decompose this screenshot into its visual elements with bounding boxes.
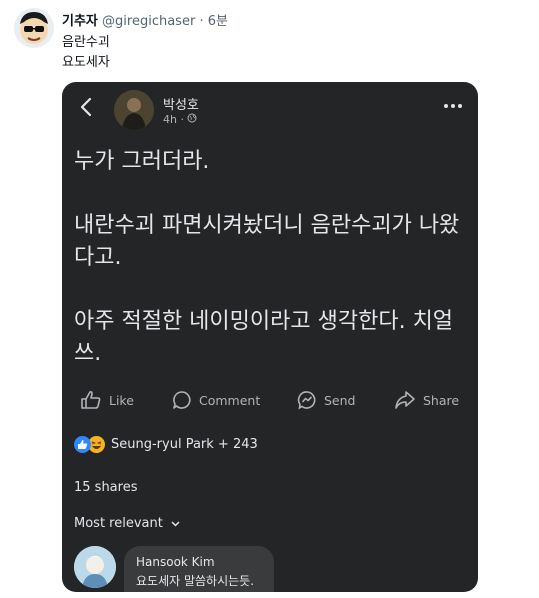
- tweet-time[interactable]: 6분: [208, 14, 228, 29]
- thumbs-up-icon: [80, 390, 102, 410]
- post-body-text: 누가 그러더라. 내란수괴 파면시켜놨더니 음란수괴가 나왔다고. 아주 적절한…: [74, 149, 460, 366]
- globe-icon: [187, 113, 197, 126]
- send-label: Send: [324, 392, 356, 408]
- tweet-handle[interactable]: @giregichaser: [102, 14, 195, 29]
- commenter-name[interactable]: Hansook Kim: [136, 555, 215, 569]
- back-arrow-icon[interactable]: [76, 96, 98, 118]
- like-reaction-icon: [74, 436, 91, 453]
- comment-sort-dropdown[interactable]: Most relevant: [74, 516, 180, 531]
- messenger-icon: [297, 390, 317, 410]
- reactions-summary[interactable]: Seung-ryul Park + 243: [74, 436, 258, 453]
- post-time-text: 4h ·: [163, 113, 184, 126]
- tweet-author-avatar[interactable]: [14, 8, 54, 48]
- like-button[interactable]: Like: [80, 390, 134, 410]
- share-arrow-icon: [394, 390, 416, 410]
- chevron-down-icon: [171, 516, 180, 531]
- like-label: Like: [109, 392, 134, 408]
- more-options-icon[interactable]: [444, 104, 462, 108]
- comment-bubble-icon: [172, 390, 192, 410]
- share-button[interactable]: Share: [394, 390, 459, 410]
- comment-button[interactable]: Comment: [172, 390, 260, 410]
- post-action-bar: Like Comment Send Share: [62, 390, 478, 416]
- comment-text: 요도세자 말씀하시는듯.: [136, 574, 255, 588]
- tweet-text-line-1: 음란수괴: [62, 35, 110, 50]
- post-author-avatar[interactable]: [114, 90, 154, 130]
- tweet-text-line-2: 요도세자: [62, 55, 110, 70]
- tweet-header: 기추자 @giregichaser · 6분: [62, 10, 228, 29]
- post-author-name[interactable]: 박성호: [163, 94, 199, 113]
- share-label: Share: [423, 392, 460, 408]
- shares-count[interactable]: 15 shares: [74, 480, 137, 495]
- tweet-separator: ·: [199, 14, 204, 29]
- send-button[interactable]: Send: [297, 390, 355, 410]
- tweet-display-name[interactable]: 기추자: [62, 14, 98, 29]
- comment-bubble[interactable]: Hansook Kim 요도세자 말씀하시는듯.: [124, 546, 274, 592]
- reactions-text: Seung-ryul Park + 243: [111, 437, 258, 452]
- comment-label: Comment: [199, 392, 261, 408]
- comment-sort-label: Most relevant: [74, 516, 163, 531]
- embedded-post-image[interactable]: 박성호 4h · 누가 그러더라. 내란수괴 파면시켜놨더니 음란수괴가 나왔다…: [62, 82, 478, 592]
- post-time: 4h ·: [163, 113, 197, 126]
- commenter-avatar[interactable]: [74, 546, 116, 588]
